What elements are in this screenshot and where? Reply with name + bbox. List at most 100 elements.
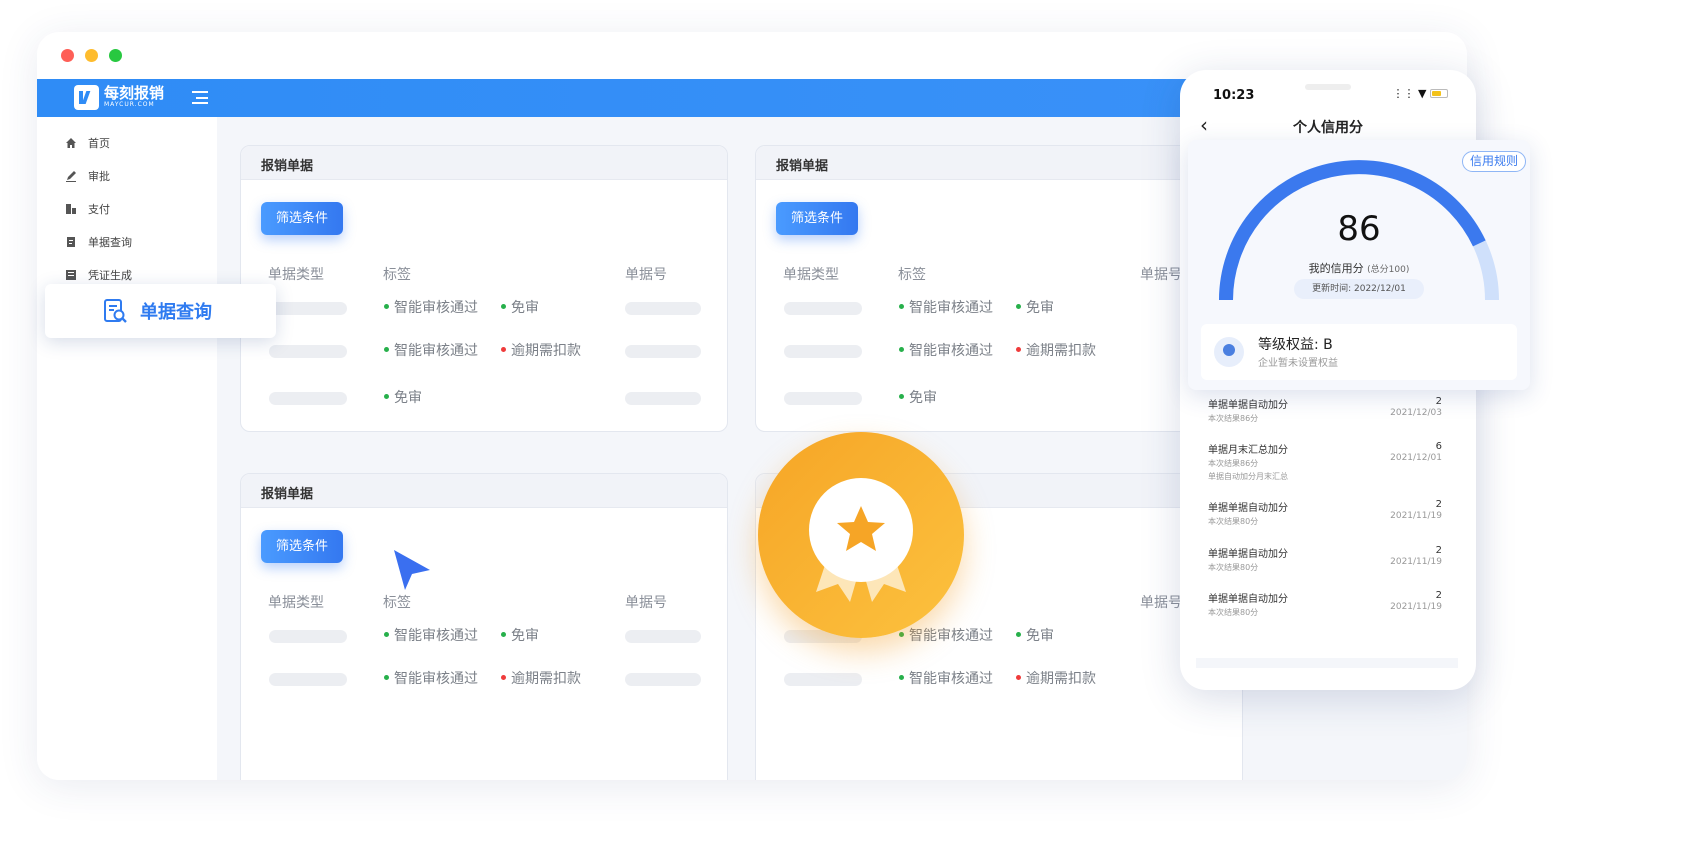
level-subtitle: 企业暂未设置权益 — [1258, 358, 1338, 369]
tag-label: 逾期需扣款 — [501, 340, 581, 360]
col-tag: 标签 — [898, 267, 926, 283]
doc-query-highlight[interactable]: 单据查询 — [45, 284, 276, 338]
filter-button[interactable]: 筛选条件 — [261, 530, 343, 563]
tag-label: 免审 — [899, 387, 937, 407]
logo-icon — [74, 85, 99, 110]
tag-label: 智能审核通过 — [899, 668, 993, 688]
placeholder-bar — [625, 630, 701, 643]
status-time: 10:23 — [1213, 88, 1255, 103]
expense-card: 报销单据 筛选条件 单据类型 标签 单据号 智能审核通过 免审 智能审核通过 逾… — [755, 145, 1243, 432]
card-title: 报销单据 — [241, 474, 727, 508]
credit-score-card: 信用规则 86 我的信用分 (总分100) 更新时间: 2022/12/01 等… — [1188, 140, 1530, 390]
cursor-icon — [394, 550, 430, 590]
sidebar-item-label: 支付 — [88, 203, 110, 216]
medal-badge — [758, 432, 964, 638]
building-icon — [66, 204, 76, 214]
placeholder-bar — [784, 345, 862, 358]
placeholder-bar — [269, 630, 347, 643]
list-item[interactable]: 单据单据自动加分 本次结果80分 2 2021/11/19 — [1208, 590, 1442, 618]
pen-icon — [66, 171, 76, 182]
tag-label: 免审 — [1016, 625, 1054, 645]
tag-label: 智能审核通过 — [899, 340, 993, 360]
level-title: 等级权益: B — [1258, 337, 1333, 353]
placeholder-bar — [625, 302, 701, 315]
tag-label: 逾期需扣款 — [501, 668, 581, 688]
sidebar-item-label: 审批 — [88, 170, 110, 183]
placeholder-bar — [784, 302, 862, 315]
tag-label: 免审 — [1016, 297, 1054, 317]
placeholder-bar — [784, 673, 862, 686]
sidebar-item-label: 首页 — [88, 137, 110, 150]
update-time: 更新时间: 2022/12/01 — [1294, 279, 1424, 299]
sidebar-item-home[interactable]: 首页 — [65, 135, 110, 151]
expense-card: 报销单据 筛选条件 单据类型 标签 单据号 智能审核通过 免审 智能审核通过 逾… — [240, 145, 728, 432]
brand-name: 每刻报销 — [104, 84, 165, 102]
sidebar-item-label: 单据查询 — [88, 236, 132, 249]
col-doc-number: 单据号 — [625, 267, 667, 283]
voucher-icon — [66, 270, 76, 280]
col-doc-type: 单据类型 — [268, 267, 324, 283]
list-item[interactable]: 单据单据自动加分 本次结果80分 2 2021/11/19 — [1208, 545, 1442, 573]
stage: 每刻报销 MAYCUR.COM 首页 审批 支付 ⌄ 单据查询 — [0, 0, 1700, 842]
document-icon — [67, 237, 75, 247]
tag-label: 逾期需扣款 — [1016, 340, 1096, 360]
phone-notch — [1305, 84, 1351, 90]
award-icon — [809, 478, 913, 602]
brand-subtitle: MAYCUR.COM — [104, 101, 155, 108]
signal-icon: ⋮⋮ — [1392, 87, 1415, 100]
sidebar-item-approval[interactable]: 审批 — [65, 168, 110, 184]
placeholder-bar — [269, 345, 347, 358]
col-doc-type: 单据类型 — [783, 267, 839, 283]
brand-logo[interactable]: 每刻报销 MAYCUR.COM — [74, 85, 164, 110]
sidebar: 首页 审批 支付 ⌄ 单据查询 凭证生成 — [37, 117, 225, 780]
col-doc-number: 单据号 — [1140, 267, 1182, 283]
menu-toggle-icon[interactable] — [192, 91, 208, 104]
minimize-dot[interactable] — [85, 49, 98, 62]
card-title: 报销单据 — [241, 146, 727, 180]
placeholder-bar — [625, 392, 701, 405]
home-icon — [66, 138, 76, 148]
badge-icon — [1214, 337, 1244, 367]
close-dot[interactable] — [61, 49, 74, 62]
credit-record-list: 单据单据自动加分 本次结果86分 2 2021/12/03 单据月末汇总加分 本次结果… — [1196, 378, 1458, 658]
battery-icon — [1430, 89, 1448, 98]
maximize-dot[interactable] — [109, 49, 122, 62]
tag-label: 免审 — [501, 625, 539, 645]
col-tag: 标签 — [383, 267, 411, 283]
tag-label: 智能审核通过 — [384, 668, 478, 688]
placeholder-bar — [269, 302, 347, 315]
placeholder-bar — [269, 392, 347, 405]
window-controls — [61, 49, 122, 62]
placeholder-bar — [784, 392, 862, 405]
list-item[interactable]: 单据单据自动加分 本次结果80分 2 2021/11/19 — [1208, 499, 1442, 527]
tag-label: 逾期需扣款 — [1016, 668, 1096, 688]
status-icons: ⋮⋮ ▼ — [1393, 87, 1448, 100]
list-item[interactable]: 单据月末汇总加分 本次结果86分 单据自动加分月末汇总 6 2021/12/01 — [1208, 441, 1442, 482]
col-tag: 标签 — [383, 595, 411, 611]
tag-label: 智能审核通过 — [899, 297, 993, 317]
placeholder-bar — [269, 673, 347, 686]
card-title: 报销单据 — [756, 146, 1242, 180]
sidebar-item-doc-query[interactable]: 单据查询 — [65, 234, 132, 250]
doc-query-label: 单据查询 — [140, 302, 212, 323]
sidebar-item-voucher[interactable]: 凭证生成 — [65, 267, 132, 283]
filter-button[interactable]: 筛选条件 — [776, 202, 858, 235]
doc-search-icon — [104, 299, 127, 323]
placeholder-bar — [625, 345, 701, 358]
filter-button[interactable]: 筛选条件 — [261, 202, 343, 235]
list-item[interactable]: 单据单据自动加分 本次结果86分 2 2021/12/03 — [1208, 396, 1442, 424]
tag-label: 智能审核通过 — [384, 625, 478, 645]
phone-title: 个人信用分 — [1293, 120, 1363, 136]
tag-label: 智能审核通过 — [384, 340, 478, 360]
level-benefit[interactable]: 等级权益: B 企业暂未设置权益 — [1201, 324, 1517, 380]
col-doc-number: 单据号 — [625, 595, 667, 611]
col-doc-number: 单据号 — [1140, 595, 1182, 611]
expense-card: 报销单据 筛选条件 单据类型 标签 单据号 智能审核通过 免审 智能审核通过 逾… — [240, 473, 728, 780]
sidebar-item-label: 凭证生成 — [88, 269, 132, 282]
tag-label: 智能审核通过 — [384, 297, 478, 317]
placeholder-bar — [625, 673, 701, 686]
col-doc-type: 单据类型 — [268, 595, 324, 611]
tag-label: 免审 — [501, 297, 539, 317]
list-footer — [1196, 658, 1458, 668]
sidebar-item-payment[interactable]: 支付 ⌄ — [65, 201, 225, 217]
